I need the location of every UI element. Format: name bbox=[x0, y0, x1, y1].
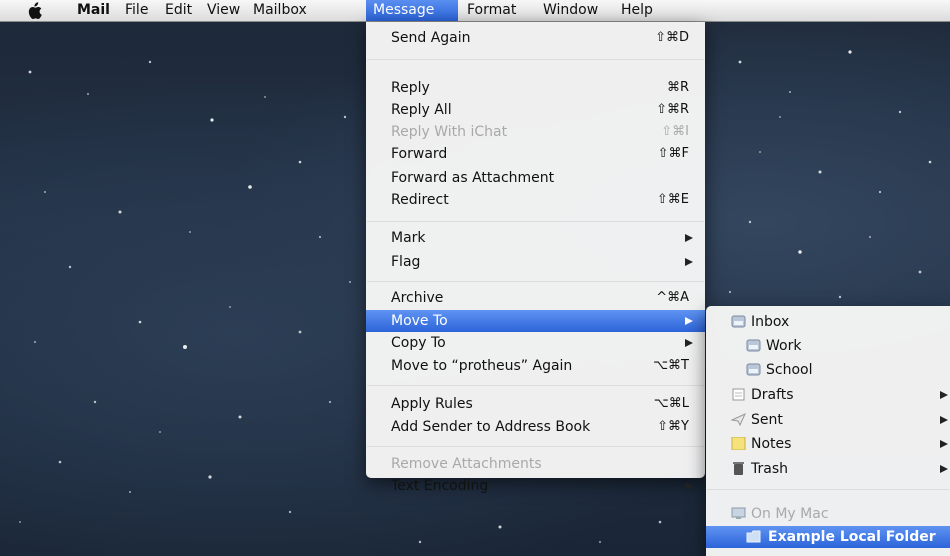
separator bbox=[367, 281, 704, 282]
menu-item-label: Flag bbox=[391, 254, 421, 270]
menu-item-add-sender[interactable]: Add Sender to Address Book ⇧⌘Y bbox=[366, 416, 705, 438]
shortcut: ^⌘A bbox=[656, 290, 689, 305]
menu-item-label: Reply All bbox=[391, 102, 452, 118]
menu-item-label: Move To bbox=[391, 313, 448, 329]
menu-file[interactable]: File bbox=[118, 0, 155, 21]
menu-item-text-encoding[interactable]: Text Encoding bbox=[366, 475, 705, 497]
mailbox-school[interactable]: School bbox=[706, 359, 950, 381]
menu-item-apply-rules[interactable]: Apply Rules ⌥⌘L bbox=[366, 393, 705, 415]
mailbox-label: Notes bbox=[751, 436, 792, 452]
inbox-icon bbox=[746, 363, 761, 376]
mailbox-label: Trash bbox=[751, 461, 788, 477]
menu-item-label: Move to “protheus” Again bbox=[391, 358, 573, 374]
separator bbox=[367, 59, 704, 60]
mailbox-inbox[interactable]: Inbox bbox=[706, 311, 950, 333]
menu-item-move-again[interactable]: Move to “protheus” Again ⌥⌘T bbox=[366, 355, 705, 377]
menu-item-label: Reply bbox=[391, 80, 430, 96]
submenu-arrow-icon bbox=[940, 391, 948, 399]
submenu-arrow-icon bbox=[940, 440, 948, 448]
apple-logo-icon[interactable] bbox=[26, 2, 42, 20]
notes-icon bbox=[731, 437, 746, 450]
shortcut: ⇧⌘Y bbox=[657, 419, 689, 434]
submenu-arrow-icon bbox=[685, 258, 693, 266]
menu-item-reply-ichat: Reply With iChat ⇧⌘I bbox=[366, 121, 705, 143]
menu-message[interactable]: Message bbox=[366, 0, 458, 21]
submenu-arrow-icon bbox=[685, 482, 693, 490]
menu-item-label: Remove Attachments bbox=[391, 456, 542, 472]
shortcut: ⇧⌘F bbox=[657, 146, 689, 161]
menu-item-label: Reply With iChat bbox=[391, 124, 508, 140]
menu-item-label: Apply Rules bbox=[391, 396, 473, 412]
menu-item-send-again[interactable]: Send Again ⇧⌘D bbox=[366, 27, 705, 49]
menu-edit[interactable]: Edit bbox=[158, 0, 199, 21]
menu-item-forward[interactable]: Forward ⇧⌘F bbox=[366, 143, 705, 165]
shortcut: ⇧⌘E bbox=[656, 192, 689, 207]
menu-item-reply-all[interactable]: Reply All ⇧⌘R bbox=[366, 99, 705, 121]
mailbox-example-local-folder[interactable]: Example Local Folder bbox=[706, 526, 950, 548]
mailbox-label: Example Local Folder bbox=[768, 529, 936, 545]
menu-item-label: Mark bbox=[391, 230, 426, 246]
separator bbox=[367, 221, 704, 222]
inbox-icon bbox=[731, 315, 746, 328]
menu-item-archive[interactable]: Archive ^⌘A bbox=[366, 287, 705, 309]
menu-item-mark[interactable]: Mark bbox=[366, 227, 705, 249]
mailbox-drafts[interactable]: Drafts bbox=[706, 384, 950, 406]
menu-item-copy-to[interactable]: Copy To bbox=[366, 332, 705, 354]
submenu-arrow-icon bbox=[685, 339, 693, 347]
menu-item-label: Forward bbox=[391, 146, 448, 162]
menu-item-flag[interactable]: Flag bbox=[366, 251, 705, 273]
shortcut: ⌘R bbox=[666, 80, 689, 95]
mailbox-label: Inbox bbox=[751, 314, 790, 330]
mailbox-label: Work bbox=[766, 338, 802, 354]
computer-icon bbox=[731, 507, 746, 519]
shortcut: ⌥⌘T bbox=[653, 358, 689, 373]
submenu-arrow-icon bbox=[940, 416, 948, 424]
menu-bar: Mail File Edit View Mailbox Message Form… bbox=[0, 0, 950, 22]
menu-help[interactable]: Help bbox=[614, 0, 660, 21]
drafts-icon bbox=[732, 388, 745, 401]
section-on-my-mac: On My Mac bbox=[706, 503, 950, 525]
menu-mailbox[interactable]: Mailbox bbox=[246, 0, 314, 21]
folder-icon bbox=[746, 530, 761, 543]
menu-item-label: Archive bbox=[391, 290, 444, 306]
move-to-submenu: Inbox Work School Drafts Sent Notes Tras… bbox=[706, 306, 950, 556]
menu-window[interactable]: Window bbox=[536, 0, 605, 21]
menu-item-remove-attachments: Remove Attachments bbox=[366, 453, 705, 475]
message-menu: Send Again ⇧⌘D Reply ⌘R Reply All ⇧⌘R Re… bbox=[366, 22, 705, 494]
menu-item-label: Copy To bbox=[391, 335, 446, 351]
shortcut: ⇧⌘D bbox=[655, 30, 689, 45]
shortcut: ⇧⌘I bbox=[661, 124, 689, 139]
menu-item-label: Send Again bbox=[391, 30, 471, 46]
sent-icon bbox=[731, 413, 746, 426]
separator bbox=[367, 385, 704, 386]
mailbox-label: Drafts bbox=[751, 387, 794, 403]
separator bbox=[367, 446, 704, 447]
inbox-icon bbox=[746, 339, 761, 352]
mailbox-trash[interactable]: Trash bbox=[706, 458, 950, 480]
menu-mail[interactable]: Mail bbox=[70, 0, 117, 21]
mailbox-label: School bbox=[766, 362, 813, 378]
menu-item-move-to[interactable]: Move To bbox=[366, 310, 705, 332]
menu-item-redirect[interactable]: Redirect ⇧⌘E bbox=[366, 189, 705, 211]
mailbox-work[interactable]: Work bbox=[706, 335, 950, 357]
shortcut: ⌥⌘L bbox=[653, 396, 689, 411]
menu-item-reply[interactable]: Reply ⌘R bbox=[366, 77, 705, 99]
menu-item-label: Add Sender to Address Book bbox=[391, 419, 591, 435]
submenu-arrow-icon bbox=[685, 234, 693, 242]
submenu-arrow-icon bbox=[940, 465, 948, 473]
menu-item-forward-attachment[interactable]: Forward as Attachment bbox=[366, 167, 705, 189]
separator bbox=[707, 489, 949, 490]
mailbox-notes[interactable]: Notes bbox=[706, 433, 950, 455]
mailbox-sent[interactable]: Sent bbox=[706, 409, 950, 431]
section-label: On My Mac bbox=[751, 506, 829, 522]
menu-view[interactable]: View bbox=[200, 0, 247, 21]
menu-format[interactable]: Format bbox=[460, 0, 523, 21]
menu-item-label: Forward as Attachment bbox=[391, 170, 555, 186]
menu-item-label: Text Encoding bbox=[391, 478, 489, 494]
trash-icon bbox=[733, 462, 744, 475]
menu-item-label: Redirect bbox=[391, 192, 449, 208]
shortcut: ⇧⌘R bbox=[656, 102, 689, 117]
submenu-arrow-icon bbox=[685, 317, 693, 325]
mailbox-label: Sent bbox=[751, 412, 783, 428]
